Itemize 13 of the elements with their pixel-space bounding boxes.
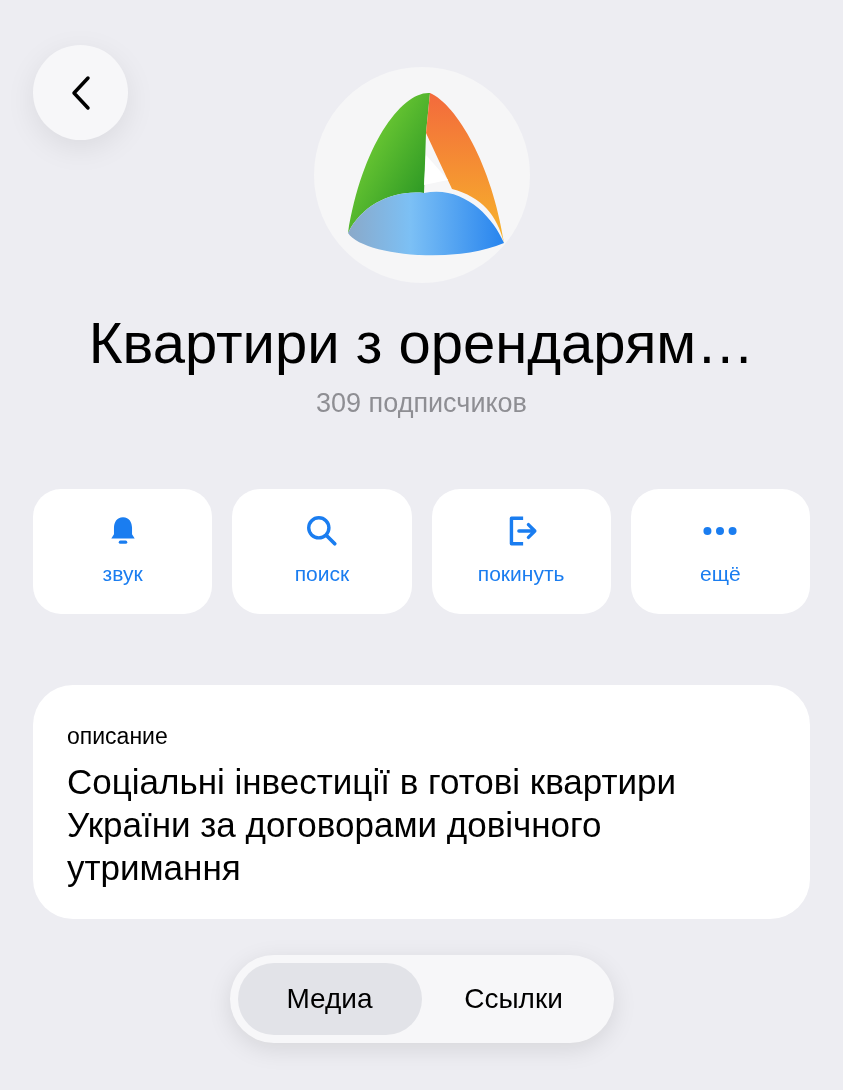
- more-icon: [703, 527, 738, 536]
- action-button[interactable]: звук: [33, 489, 213, 615]
- action-button[interactable]: поиск: [232, 489, 412, 615]
- channel-title: Квартири з орендарям…: [87, 311, 756, 375]
- action-button[interactable]: ещё: [630, 489, 810, 615]
- description-text: Соціальні інвестиції в готові квартири України за договорами довічного утримання: [67, 760, 678, 889]
- action-button[interactable]: покинуть: [431, 489, 611, 615]
- search-icon: [304, 514, 339, 549]
- back-icon: [69, 74, 92, 111]
- description-label: описание: [67, 722, 169, 752]
- tab[interactable]: Медиа: [237, 962, 422, 1035]
- subscriber-count: 309 подписчиков: [315, 386, 528, 420]
- tab[interactable]: Ссылки: [421, 962, 606, 1035]
